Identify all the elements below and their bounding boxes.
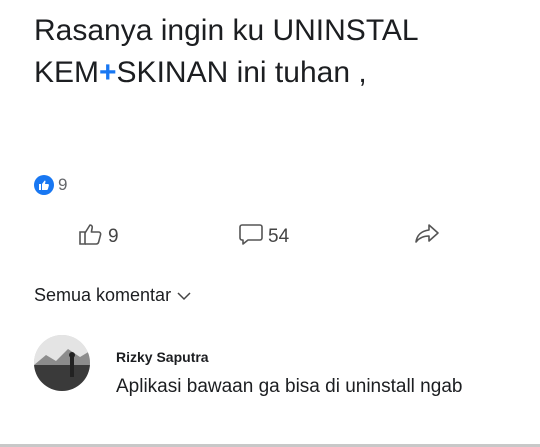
comments-sort-dropdown[interactable]: Semua komentar — [34, 285, 191, 306]
reaction-count: 9 — [58, 175, 68, 194]
comment-item: Rizky Saputra Aplikasi bawaan ga bisa di… — [34, 335, 534, 445]
post-line-2-end: SKINAN ini tuhan , — [116, 56, 367, 89]
comment-bubble-icon — [238, 222, 264, 252]
avatar[interactable] — [34, 335, 90, 391]
post-line-2: KEM+SKINAN ini tuhan , — [34, 52, 419, 94]
reaction-summary[interactable]: 9 — [34, 175, 67, 195]
like-button[interactable]: 9 — [78, 222, 119, 252]
comments-sort-label: Semua komentar — [34, 285, 172, 305]
thumbs-up-icon — [78, 222, 104, 252]
share-arrow-icon — [413, 222, 441, 252]
post-line-1: Rasanya ingin ku UNINSTAL — [34, 14, 419, 47]
cross-mark: + — [99, 56, 117, 89]
comment-count: 54 — [268, 226, 290, 247]
comment-text: Aplikasi bawaan ga bisa di uninstall nga… — [116, 376, 463, 397]
like-badge-icon — [34, 175, 54, 195]
like-count: 9 — [108, 226, 119, 247]
comment-author[interactable]: Rizky Saputra — [116, 349, 209, 365]
post-line-2-start: KEM — [34, 56, 100, 89]
share-button[interactable] — [413, 222, 441, 252]
post-text: Rasanya ingin ku UNINSTAL KEM+SKINAN ini… — [34, 10, 419, 94]
comment-button[interactable]: 54 — [238, 222, 289, 252]
chevron-down-icon — [177, 285, 191, 306]
post-action-bar: 9 54 — [0, 222, 540, 252]
